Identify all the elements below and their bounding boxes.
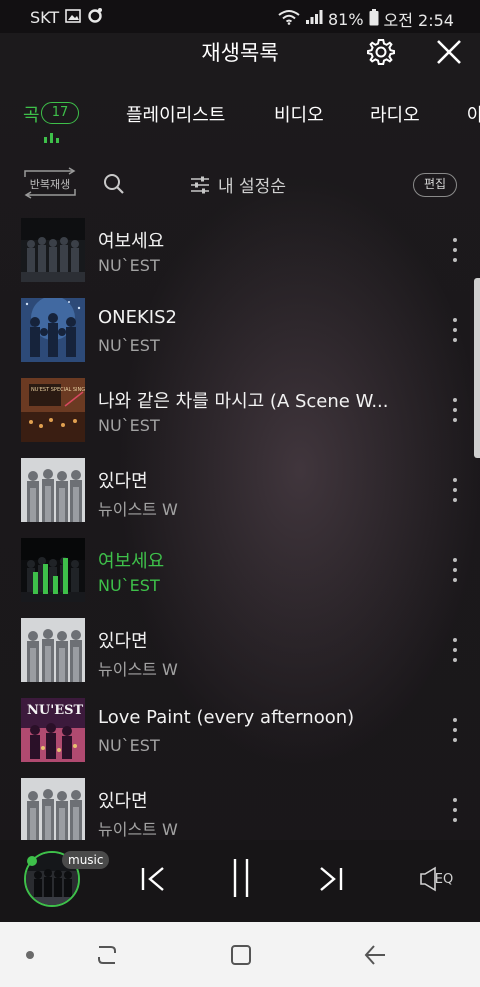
tab-playlists[interactable]: 플레이리스트 — [126, 101, 225, 127]
melon-app-icon — [87, 7, 103, 27]
more-options-icon[interactable] — [448, 398, 462, 422]
more-options-icon[interactable] — [448, 798, 462, 822]
tab-more[interactable]: 아 — [467, 101, 480, 127]
more-options-icon[interactable] — [448, 238, 462, 262]
eq-label: EQ — [434, 871, 454, 887]
song-row[interactable]: 여보세요 NU`EST — [0, 210, 480, 290]
song-row[interactable]: 있다면뉴이스트 W — [0, 610, 480, 690]
album-art — [21, 538, 85, 602]
previous-icon — [141, 867, 164, 891]
clock: 오전 2:54 — [383, 11, 454, 30]
gallery-icon — [65, 8, 81, 27]
song-artist: 뉴이스트 W — [98, 820, 178, 839]
album-art — [21, 298, 85, 362]
sliders-icon — [191, 176, 209, 193]
previous-button[interactable] — [136, 862, 170, 896]
album-art: NU'EST — [21, 698, 85, 762]
song-artist: NU`EST — [98, 576, 160, 595]
song-row[interactable]: 여보세요 NU`EST — [0, 530, 480, 610]
close-button[interactable] — [432, 35, 466, 69]
search-button[interactable] — [101, 171, 127, 197]
edit-button[interactable]: 편집 — [413, 173, 457, 197]
sort-label: 내 설정순 — [218, 177, 286, 197]
song-artist: NU`EST — [98, 416, 160, 435]
song-row[interactable]: NU'EST Love Paint (every afternoon) NU`EST — [0, 690, 480, 770]
now-playing-icon — [44, 133, 60, 143]
pause-button[interactable] — [224, 856, 258, 900]
tab-radio[interactable]: 라디오 — [370, 101, 420, 127]
tab-songs[interactable]: 곡 — [23, 101, 40, 127]
now-playing-overlay — [21, 538, 85, 602]
song-artist: NU`EST — [98, 256, 160, 275]
home-icon — [231, 945, 251, 965]
album-art — [21, 778, 85, 840]
list-toolbar: 반복재생 내 설정순 편집 — [0, 163, 480, 205]
song-title: 여보세요 — [98, 231, 165, 252]
song-title: 있다면 — [98, 791, 148, 812]
svg-text:NU'EST: NU'EST — [27, 703, 83, 718]
more-options-icon[interactable] — [448, 718, 462, 742]
music-chip[interactable]: music — [62, 851, 110, 869]
repeat-label: 반복재생 — [29, 178, 71, 191]
more-options-icon[interactable] — [448, 638, 462, 662]
song-count-badge: 17 — [41, 102, 79, 124]
song-artist: NU`EST — [98, 736, 160, 755]
gear-icon — [367, 39, 395, 65]
song-title: ONEKIS2 — [98, 307, 177, 328]
album-art — [21, 618, 85, 682]
sort-button[interactable]: 내 설정순 — [190, 172, 286, 197]
song-title: 있다면 — [98, 471, 148, 492]
tab-videos[interactable]: 비디오 — [274, 101, 324, 127]
song-row[interactable]: 있다면뉴이스트 W — [0, 770, 480, 840]
album-art — [21, 458, 85, 522]
song-title: 나와 같은 차를 마시고 (A Scene W... — [98, 391, 389, 412]
header: 재생목록 — [0, 33, 480, 85]
status-bar: SKT 81% 오전 2:54 — [0, 0, 480, 33]
battery-icon — [369, 8, 379, 30]
tab-bar: 곡 17 플레이리스트 비디오 라디오 아 — [0, 93, 480, 143]
song-row[interactable]: NU'EST SPECIAL SINGLE 나와 같은 차를 마시고 (A Sce… — [0, 370, 480, 450]
equalizer-button[interactable]: EQ — [414, 864, 458, 894]
song-row[interactable]: 있다면뉴이스트 W — [0, 450, 480, 530]
home-button[interactable] — [226, 940, 256, 970]
carrier-label: SKT — [30, 7, 60, 27]
settings-button[interactable] — [364, 35, 398, 69]
recent-apps-icon — [98, 946, 116, 964]
svg-text:NU'EST SPECIAL SINGLE: NU'EST SPECIAL SINGLE — [31, 387, 85, 393]
song-title: 여보세요 — [98, 551, 165, 572]
song-artist: 뉴이스트 W — [98, 660, 178, 679]
mini-player: music EQ — [0, 840, 480, 922]
pause-icon — [233, 859, 249, 897]
tab-songs-label: 곡 — [23, 105, 40, 126]
wifi-icon — [278, 9, 300, 29]
close-icon — [437, 40, 461, 64]
live-indicator — [27, 856, 37, 866]
back-icon — [364, 945, 385, 965]
album-art — [21, 218, 85, 282]
more-options-icon[interactable] — [448, 478, 462, 502]
navbar-dot — [26, 951, 34, 959]
page-title: 재생목록 — [201, 41, 279, 65]
song-artist: 뉴이스트 W — [98, 500, 178, 519]
song-list: 여보세요 NU`EST ONEKIS2 NU`EST NU'EST SPECIAL SI… — [0, 210, 480, 840]
recent-apps-button[interactable] — [92, 940, 122, 970]
song-title: 있다면 — [98, 631, 148, 652]
playlist-screen: SKT 81% 오전 2:54 재생목록 곡 17 플레이리스트 비디오 라디오… — [0, 0, 480, 987]
album-art: NU'EST SPECIAL SINGLE — [21, 378, 85, 442]
song-row[interactable]: ONEKIS2 NU`EST — [0, 290, 480, 370]
next-icon — [320, 867, 343, 891]
back-button[interactable] — [360, 940, 390, 970]
song-artist: NU`EST — [98, 336, 160, 355]
signal-icon — [305, 9, 323, 29]
more-options-icon[interactable] — [448, 558, 462, 582]
scrollbar[interactable] — [474, 278, 480, 458]
system-navbar — [0, 922, 480, 987]
next-button[interactable] — [314, 862, 348, 896]
song-title: Love Paint (every afternoon) — [98, 707, 355, 728]
equalizer-bars-icon — [33, 558, 68, 594]
battery-percent: 81% — [327, 9, 364, 29]
more-options-icon[interactable] — [448, 318, 462, 342]
search-icon — [104, 174, 124, 194]
repeat-button[interactable]: 반복재생 — [21, 167, 79, 199]
